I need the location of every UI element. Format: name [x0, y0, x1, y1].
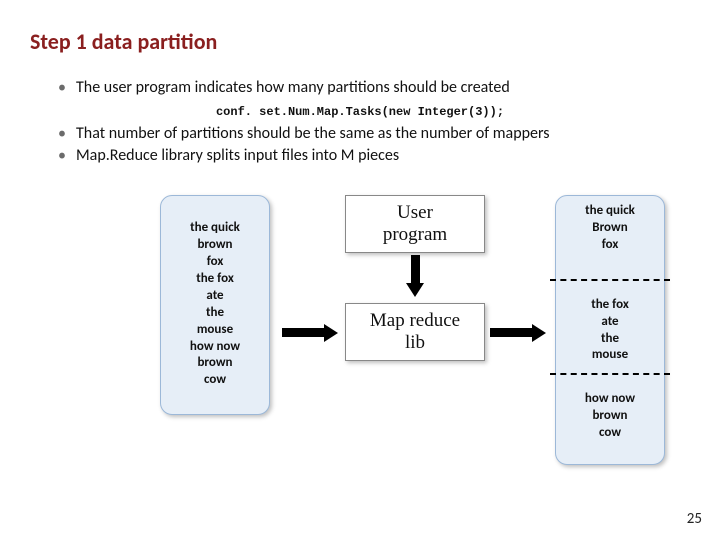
page-number: 25 — [687, 510, 702, 528]
mapreduce-lib-label: Map reduce lib — [370, 310, 460, 354]
bullet-1: The user program indicates how many part… — [58, 77, 690, 99]
partition-line: the fox — [555, 297, 665, 314]
partition-line: cow — [555, 425, 665, 442]
partition-3: how now brown cow — [555, 391, 665, 442]
bullet-list: The user program indicates how many part… — [30, 77, 690, 99]
partition-line: how now — [555, 391, 665, 408]
input-line: mouse — [197, 322, 233, 339]
user-program-label: User program — [383, 202, 447, 246]
input-line: cow — [204, 372, 226, 389]
partition-line: the — [555, 331, 665, 348]
bullet-3: Map.Reduce library splits input files in… — [58, 145, 690, 167]
partition-2: the fox ate the mouse — [555, 297, 665, 365]
input-line: the fox — [196, 271, 234, 288]
input-file-block: the quick brown fox the fox ate the mous… — [160, 195, 270, 415]
partition-divider-icon — [550, 279, 670, 281]
partition-line: fox — [555, 237, 665, 254]
mapreduce-lib-box: Map reduce lib — [345, 303, 485, 361]
partition-line: Brown — [555, 220, 665, 237]
input-line: fox — [207, 254, 224, 271]
diagram-area: the quick brown fox the fox ate the mous… — [30, 185, 690, 515]
partition-line: brown — [555, 408, 665, 425]
partition-line: mouse — [555, 347, 665, 364]
partition-line: ate — [555, 314, 665, 331]
input-line: brown — [197, 237, 232, 254]
partition-1: the quick Brown fox — [555, 203, 665, 254]
bullet-list-2: That number of partitions should be the … — [30, 123, 690, 167]
code-snippet: conf. set.Num.Map.Tasks(new Integer(3)); — [30, 105, 690, 119]
bullet-2: That number of partitions should be the … — [58, 123, 690, 145]
partition-line: the quick — [555, 203, 665, 220]
partition-divider-icon — [550, 373, 670, 375]
input-line: the quick — [190, 220, 240, 237]
input-line: brown — [197, 355, 232, 372]
input-line: how now — [190, 339, 240, 356]
slide-title: Step 1 data partition — [30, 28, 690, 55]
user-program-box: User program — [345, 195, 485, 253]
input-line: the — [206, 305, 224, 322]
input-line: ate — [206, 288, 223, 305]
